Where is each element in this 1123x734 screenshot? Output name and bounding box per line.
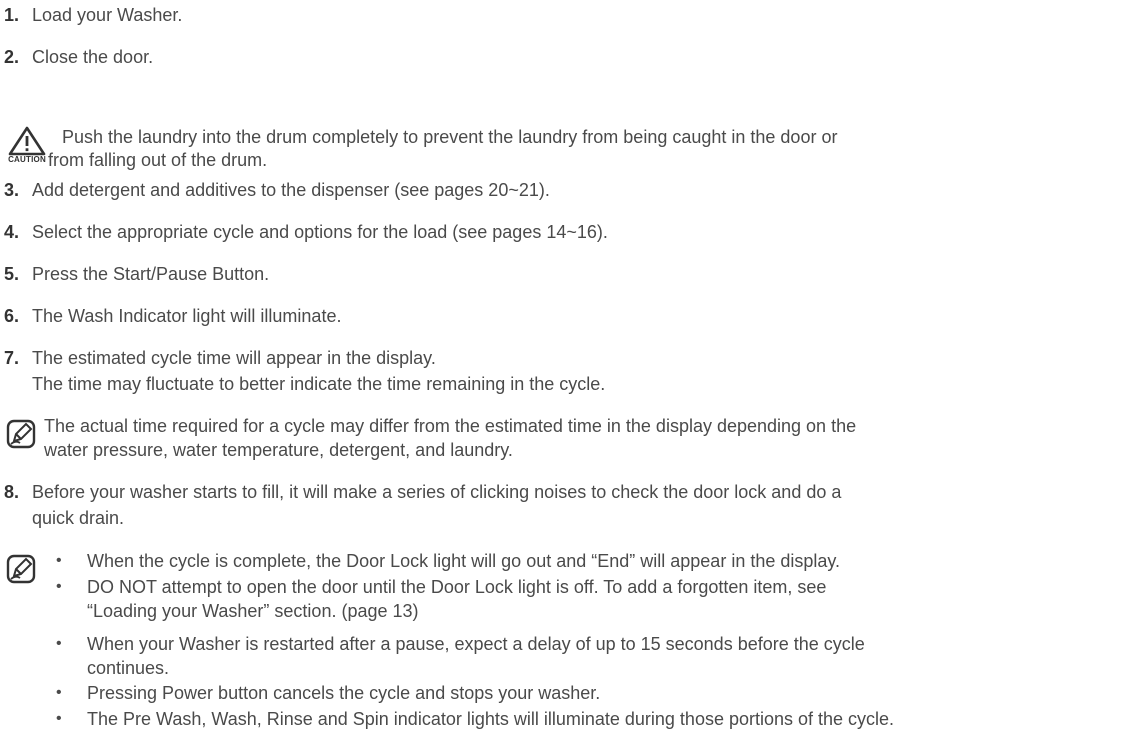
step-number: 7. [4,348,20,368]
bullet-text: When your Washer is restarted after a pa… [87,634,865,654]
note-pencil-icon [6,554,36,584]
step-text: Before your washer starts to fill, it wi… [32,482,842,502]
step-text: Load your Washer. [32,5,183,25]
caution-text-line-2: from falling out of the drum. [48,150,268,170]
step-5: 5. Press the Start/Pause Button. [4,261,1109,287]
step-text: Select the appropriate cycle and options… [32,222,608,242]
step-number: 6. [4,306,20,326]
step-number: 4. [4,222,20,242]
step-text: Add detergent and additives to the dispe… [32,180,550,200]
bullet-text-continued: “Loading your Washer” section. (page 13) [87,601,419,621]
step-text-continued: The time may fluctuate to better indicat… [32,374,606,394]
note-text-line-2: water pressure, water temperature, deter… [44,440,513,460]
step-number: 5. [4,264,20,284]
bullet: • [56,552,62,569]
step-2: 2. Close the door. [4,44,1109,70]
step-number: 1. [4,5,20,25]
step-3: 3. Add detergent and additives to the dis… [4,177,1109,203]
step-text: Press the Start/Pause Button. [32,264,270,284]
bullet-text: When the cycle is complete, the Door Loc… [87,551,841,571]
step-text-continued: quick drain. [32,508,125,528]
step-text: The estimated cycle time will appear in … [32,348,436,368]
caution-triangle-icon [8,126,46,156]
step-4: 4. Select the appropriate cycle and optio… [4,219,1109,245]
step-number: 8. [4,482,20,502]
caution-triangle-icon: CAUTION [4,126,50,170]
instruction-page: 1. Load your Washer. 2. Close the door. CA… [0,0,1123,734]
step-number: 2. [4,47,20,67]
bullet: • [56,635,62,652]
bullet-text: DO NOT attempt to open the door until th… [87,577,827,597]
bullet-text: The Pre Wash, Wash, Rinse and Spin indic… [87,709,895,729]
note-pencil-icon [6,419,36,449]
step-7: 7. The estimated cycle time will appear i… [4,345,1109,397]
step-6: 6. The Wash Indicator light will illumina… [4,303,1109,329]
note-pencil-icon [6,554,36,584]
step-text: Close the door. [32,47,154,67]
bullet: • [56,710,62,727]
bullet: • [56,578,62,595]
step-8: 8. Before your washer starts to fill, it … [4,479,1109,531]
note-text-line-1: The actual time required for a cycle may… [44,416,857,436]
bullet-text: Pressing Power button cancels the cycle … [87,683,601,703]
step-1: 1. Load your Washer. [4,2,1109,28]
caution-label: CAUTION [8,155,46,164]
bullet-text-continued: continues. [87,658,170,678]
note-pencil-icon [6,419,36,449]
step-text: The Wash Indicator light will illuminate… [32,306,342,326]
bullet: • [56,684,62,701]
step-number: 3. [4,180,20,200]
